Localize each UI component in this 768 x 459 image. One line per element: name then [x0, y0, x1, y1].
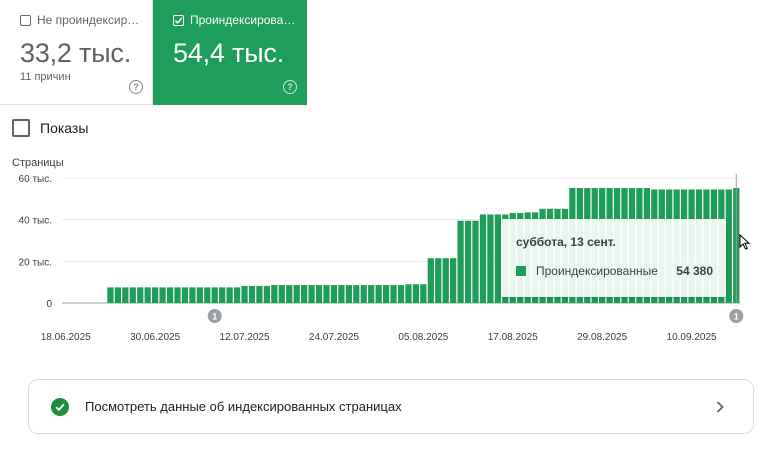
annotation-label: 1 — [212, 312, 217, 322]
not-indexed-card[interactable]: Не проиндексир… 33,2 тыс. 11 причин ? — [0, 0, 153, 105]
chart-bar — [204, 287, 211, 303]
chart-bar — [435, 258, 442, 303]
chart-bar — [137, 287, 144, 303]
chart-bar — [315, 285, 323, 303]
chart-bar — [122, 287, 129, 303]
chart-bar — [219, 287, 226, 303]
chart-bar — [174, 287, 181, 303]
chart-bar — [412, 284, 420, 303]
x-tick-label: 24.07.2025 — [309, 332, 359, 343]
chart-bar — [375, 285, 382, 303]
chart-bar — [144, 287, 151, 303]
checkbox-icon[interactable] — [20, 14, 31, 26]
checkbox-icon[interactable] — [12, 119, 30, 137]
chart-bar — [301, 285, 308, 303]
chart-bar — [345, 285, 352, 303]
chart-bar — [397, 285, 405, 303]
chart-bar — [129, 287, 136, 303]
indexed-header: Проиндексирова… — [173, 13, 295, 27]
chart-bar — [479, 214, 487, 303]
impressions-label: Показы — [40, 120, 89, 136]
tooltip-value: 54 380 — [676, 264, 713, 278]
y-tick-label: 40 тыс. — [19, 216, 52, 227]
chart-bar — [166, 287, 174, 303]
chart-bar — [457, 220, 464, 303]
chart-bar — [308, 285, 315, 303]
y-tick-label: 20 тыс. — [19, 257, 52, 268]
chart-bar — [286, 285, 293, 303]
not-indexed-header: Не проиндексир… — [20, 13, 139, 27]
chart-bar — [464, 220, 472, 303]
chart-bar — [248, 285, 256, 303]
chevron-right-icon[interactable] — [715, 400, 725, 414]
chart-bar — [472, 220, 479, 303]
chart-bar — [330, 285, 338, 303]
not-indexed-value: 33,2 тыс. — [20, 38, 132, 68]
chart-bar — [323, 285, 330, 303]
chart-bar — [114, 287, 122, 303]
chart-bar — [338, 285, 345, 303]
chart-bar — [725, 189, 732, 303]
view-indexed-pages-label: Посмотреть данные об индексированных стр… — [85, 399, 402, 414]
y-tick-label: 0 — [46, 299, 52, 310]
x-tick-label: 10.09.2025 — [667, 332, 717, 343]
chart-bar — [278, 285, 285, 303]
chart-bar — [189, 287, 196, 303]
chart-bar — [271, 285, 278, 303]
not-indexed-label: Не проиндексир… — [37, 13, 140, 27]
x-tick-label: 05.08.2025 — [398, 332, 448, 343]
chart-bar — [442, 258, 449, 303]
chart-bar — [159, 287, 166, 303]
x-tick-label: 12.07.2025 — [220, 332, 270, 343]
y-tick-label: 60 тыс. — [19, 174, 52, 185]
chart-bar — [152, 287, 159, 303]
indexed-label: Проиндексирова… — [190, 13, 296, 27]
chart-bar — [420, 284, 427, 303]
chart-bar — [263, 285, 271, 303]
help-icon[interactable]: ? — [283, 80, 297, 94]
chart-bar — [450, 258, 457, 303]
not-indexed-reasons: 11 причин — [20, 71, 71, 83]
chart-bar — [390, 285, 397, 303]
chart-bar — [107, 287, 114, 303]
chart-bar — [368, 285, 375, 303]
tooltip-date: суббота, 13 сент. — [516, 235, 616, 249]
x-tick-label: 18.06.2025 — [41, 332, 91, 343]
x-tick-label: 30.06.2025 — [130, 332, 180, 343]
chart-bar — [353, 285, 360, 303]
indexed-value: 54,4 тыс. — [173, 38, 285, 68]
chart-bar — [256, 285, 263, 303]
annotation-label: 1 — [734, 312, 739, 322]
view-indexed-pages-link[interactable]: Посмотреть данные об индексированных стр… — [28, 379, 754, 434]
chart-bar — [487, 214, 494, 303]
chart-bar — [211, 287, 218, 303]
chart-bar — [427, 258, 434, 303]
chart-bar — [405, 284, 412, 303]
chart-bar — [382, 285, 390, 303]
x-tick-label: 17.08.2025 — [488, 332, 538, 343]
chart-tooltip: суббота, 13 сент. Проиндексированные 54 … — [501, 219, 726, 297]
chart-bar — [181, 287, 189, 303]
impressions-toggle[interactable]: Показы — [12, 119, 88, 137]
x-tick-label: 29.08.2025 — [577, 332, 627, 343]
series-swatch — [516, 266, 526, 276]
indexed-card[interactable]: Проиндексирова… 54,4 тыс. ? — [153, 0, 307, 105]
tooltip-row: Проиндексированные 54 380 — [516, 264, 713, 278]
chart-bar — [241, 285, 248, 303]
help-icon[interactable]: ? — [129, 80, 143, 94]
chart-bar — [360, 285, 367, 303]
chart-bar — [226, 287, 233, 303]
chart-bar — [233, 287, 241, 303]
chart-bar — [196, 287, 203, 303]
cursor-icon — [739, 234, 751, 250]
tooltip-series: Проиндексированные — [536, 264, 658, 278]
chart-bar — [293, 285, 300, 303]
check-circle-icon — [51, 397, 69, 416]
checkbox-checked-icon[interactable] — [173, 14, 184, 26]
